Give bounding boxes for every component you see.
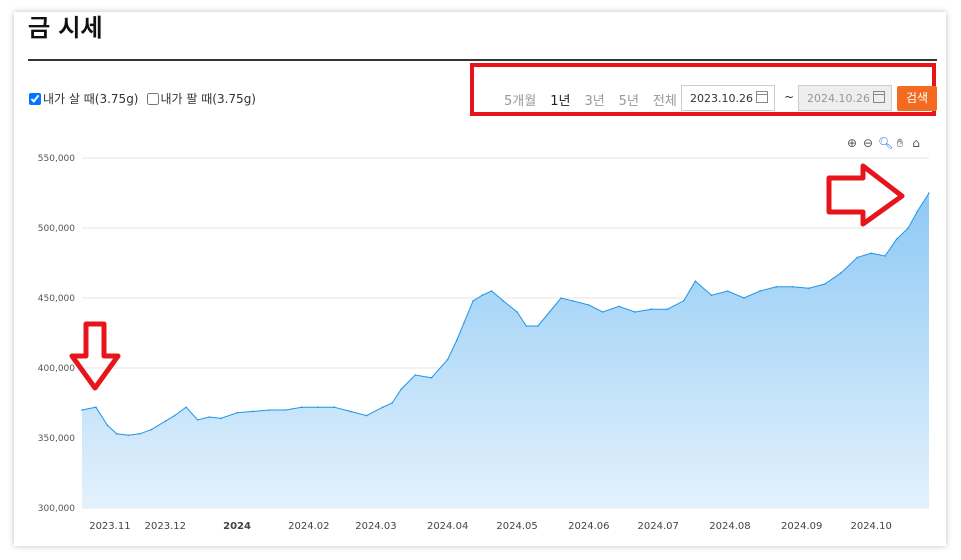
x-tick-label: 2024.10: [850, 521, 891, 532]
data-point: [884, 255, 886, 257]
red-down-arrow-annotation: [69, 321, 121, 391]
data-point: [571, 300, 574, 302]
x-tick-label: 2024.08: [709, 521, 750, 532]
data-point: [916, 210, 919, 212]
x-tick-label: 2024.04: [427, 521, 468, 532]
data-point: [682, 300, 685, 302]
data-point: [870, 252, 872, 254]
x-tick-label: 2023.12: [145, 521, 186, 532]
data-point: [618, 305, 620, 308]
data-point: [456, 339, 458, 341]
data-point: [463, 322, 465, 325]
data-point: [164, 420, 167, 423]
x-tick-label: 2024.09: [781, 521, 822, 532]
data-point: [365, 414, 368, 417]
y-tick-label: 450,000: [38, 294, 75, 304]
data-point: [743, 297, 745, 299]
price-chart: 550,000 500,000 450,000 400,000 350,000 300,0…: [38, 154, 930, 532]
data-point: [481, 294, 484, 297]
data-point: [106, 424, 109, 427]
data-point: [650, 308, 653, 311]
data-point: [824, 283, 826, 285]
data-point: [895, 238, 898, 240]
data-point: [196, 419, 199, 421]
data-point: [220, 417, 222, 420]
y-tick-label: 500,000: [38, 224, 75, 234]
data-point: [634, 311, 636, 313]
data-point: [525, 325, 528, 327]
data-point: [208, 416, 211, 418]
y-tick-label: 350,000: [38, 434, 75, 444]
data-point: [928, 192, 930, 194]
price-area: [82, 193, 929, 508]
data-point: [516, 311, 518, 313]
data-point: [430, 377, 433, 379]
x-tick-label: 2024.06: [568, 521, 609, 532]
data-point: [139, 433, 141, 435]
data-point: [666, 308, 669, 311]
data-point: [601, 311, 604, 313]
y-tick-label: 550,000: [38, 154, 75, 164]
data-point: [317, 406, 319, 409]
data-point: [856, 256, 859, 259]
data-point: [115, 433, 118, 435]
data-point: [775, 286, 778, 288]
x-tick-label: 2023.11: [89, 521, 130, 532]
data-point: [472, 300, 474, 302]
data-point: [333, 406, 336, 409]
data-point: [791, 286, 794, 288]
data-point: [907, 227, 909, 229]
y-tick-label: 400,000: [38, 364, 75, 374]
data-point: [446, 358, 449, 361]
data-point: [301, 406, 303, 409]
data-point: [268, 409, 271, 411]
data-point: [548, 311, 551, 313]
x-axis-ticks: 2023.11 2023.12 2024 2024.02 2024.03 2024.04 2…: [89, 521, 892, 532]
y-tick-label: 300,000: [38, 504, 75, 514]
data-point: [284, 409, 287, 411]
x-tick-label: 2024.07: [638, 521, 679, 532]
data-point: [694, 280, 697, 283]
x-tick-label: 2024.05: [496, 521, 537, 532]
data-point: [502, 300, 504, 302]
data-point: [391, 402, 393, 404]
data-point: [185, 406, 187, 409]
red-right-arrow-annotation: [826, 163, 905, 227]
data-point: [236, 412, 238, 414]
data-point: [759, 290, 761, 292]
data-point: [726, 290, 729, 292]
data-point: [95, 406, 97, 409]
x-tick-label: 2024.02: [288, 521, 329, 532]
x-tick-label: 2024: [223, 521, 251, 532]
data-point: [150, 428, 153, 431]
data-point: [710, 294, 713, 297]
data-point: [490, 290, 493, 292]
data-point: [252, 410, 255, 413]
x-tick-label: 2024.03: [355, 521, 396, 532]
data-point: [560, 297, 562, 299]
data-point: [81, 409, 83, 411]
data-point: [349, 410, 352, 413]
data-point: [173, 414, 176, 417]
y-axis-ticks: 550,000 500,000 450,000 400,000 350,000 300,0…: [38, 154, 75, 514]
data-point: [127, 434, 130, 437]
data-point: [537, 325, 539, 327]
data-point: [414, 374, 417, 376]
data-point: [588, 304, 590, 306]
data-point: [840, 272, 842, 274]
data-point: [807, 287, 810, 290]
data-point: [382, 406, 384, 409]
data-point: [400, 388, 403, 390]
